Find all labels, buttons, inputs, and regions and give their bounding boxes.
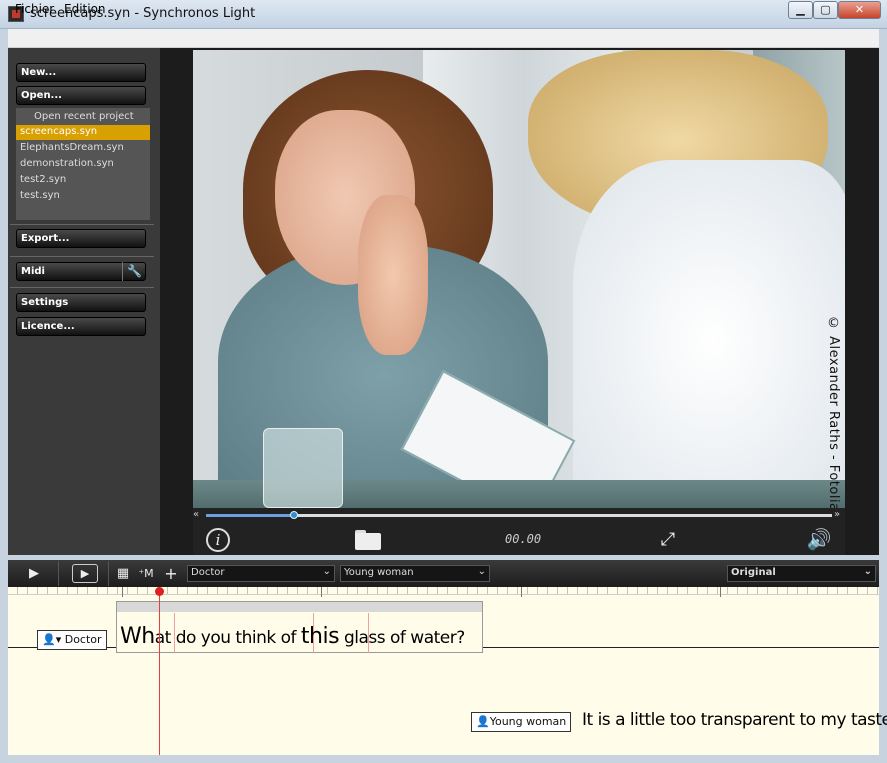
lyric-syllable: glass of water? xyxy=(339,628,465,648)
patient-hands xyxy=(358,195,428,355)
maximize-button[interactable]: ▢ xyxy=(813,1,838,19)
licence-button[interactable]: Licence... xyxy=(16,317,146,336)
table-icon[interactable]: ▦ xyxy=(113,563,133,584)
seek-progress xyxy=(206,514,294,517)
recent-project-item[interactable]: ElephantsDream.syn xyxy=(16,141,150,156)
play-selection-icon[interactable]: ▶ xyxy=(72,564,98,583)
lyric-syllable: this xyxy=(300,624,340,649)
ruler-tick xyxy=(521,587,522,597)
ruler-tick xyxy=(720,587,721,597)
lyric-syllable: at do you think of xyxy=(154,628,301,648)
recent-project-item[interactable]: screencaps.syn xyxy=(16,125,150,140)
seek-handle[interactable] xyxy=(290,511,298,519)
volume-icon[interactable]: 🔊 xyxy=(806,526,832,552)
timecode: 00.00 xyxy=(505,532,542,546)
divider xyxy=(58,561,59,586)
playhead-handle[interactable] xyxy=(155,587,164,596)
divider xyxy=(10,256,154,257)
open-button[interactable]: Open... xyxy=(16,86,146,105)
recent-project-item[interactable]: demonstration.syn xyxy=(16,157,150,172)
ruler-tick xyxy=(321,587,322,597)
close-button[interactable]: ✕ xyxy=(838,1,881,19)
minimize-button[interactable]: ▁ xyxy=(788,1,813,19)
timeline-ruler xyxy=(8,587,879,595)
menu-bar xyxy=(8,29,879,48)
info-icon[interactable]: i xyxy=(206,528,230,552)
chevron-down-icon: ⌄ xyxy=(863,566,872,577)
wrench-icon[interactable]: 🔧 xyxy=(122,262,146,281)
chevron-down-icon: ⌄ xyxy=(477,566,486,577)
person-icon: 👤 xyxy=(476,715,490,728)
answer-lyric-text: It is a little too transparent to my tas… xyxy=(582,710,887,730)
seek-end-icon[interactable]: » xyxy=(834,509,840,520)
menu-edition[interactable]: Edition xyxy=(64,2,106,16)
speaker2-select[interactable]: Young woman ⌄ xyxy=(340,565,490,582)
speaker-doctor-label: ▾ Doctor xyxy=(55,633,102,646)
speaker2-select-value: Young woman xyxy=(344,567,414,578)
fullscreen-icon[interactable]: ⤢ xyxy=(656,528,680,552)
recent-project-item[interactable]: test.syn xyxy=(16,189,150,204)
lyric-syllable: Wh xyxy=(120,624,155,649)
lyric-text: What do you think of this glass of water… xyxy=(120,624,465,649)
recent-projects-heading: Open recent project xyxy=(34,111,134,122)
recent-project-item[interactable]: test2.syn xyxy=(16,173,150,188)
new-button[interactable]: New... xyxy=(16,63,146,82)
seek-start-icon[interactable]: « xyxy=(193,509,199,520)
speaker-woman-label: Young woman xyxy=(489,715,567,728)
ruler-tick xyxy=(122,587,123,597)
speaker-woman-chip[interactable]: 👤Young woman xyxy=(471,712,572,732)
folder-icon[interactable] xyxy=(355,530,381,550)
export-button[interactable]: Export... xyxy=(16,229,146,248)
speaker1-select-value: Doctor xyxy=(191,567,225,578)
speaker1-select[interactable]: Doctor ⌄ xyxy=(187,565,335,582)
divider xyxy=(10,224,154,225)
speaker-doctor-chip[interactable]: 👤▾ Doctor xyxy=(37,630,107,650)
mode-select-value: Original xyxy=(731,567,776,578)
lyric-block-header xyxy=(117,602,482,612)
divider xyxy=(10,287,154,288)
play-icon[interactable]: ▶ xyxy=(24,563,44,584)
divider xyxy=(108,561,109,586)
add-icon[interactable]: + xyxy=(161,563,181,584)
person-icon: 👤 xyxy=(42,633,56,646)
mode-select[interactable]: Original ⌄ xyxy=(727,565,876,582)
doctor-body xyxy=(573,160,845,510)
playhead[interactable] xyxy=(159,587,160,755)
chevron-down-icon: ⌄ xyxy=(322,566,331,577)
water-glass xyxy=(263,428,343,508)
settings-button[interactable]: Settings xyxy=(16,293,146,312)
video-frame[interactable] xyxy=(193,50,845,510)
seek-bar[interactable] xyxy=(206,514,832,517)
add-marker-icon[interactable]: ⁺M xyxy=(136,563,156,584)
menu-fichier[interactable]: Fichier xyxy=(15,2,54,16)
